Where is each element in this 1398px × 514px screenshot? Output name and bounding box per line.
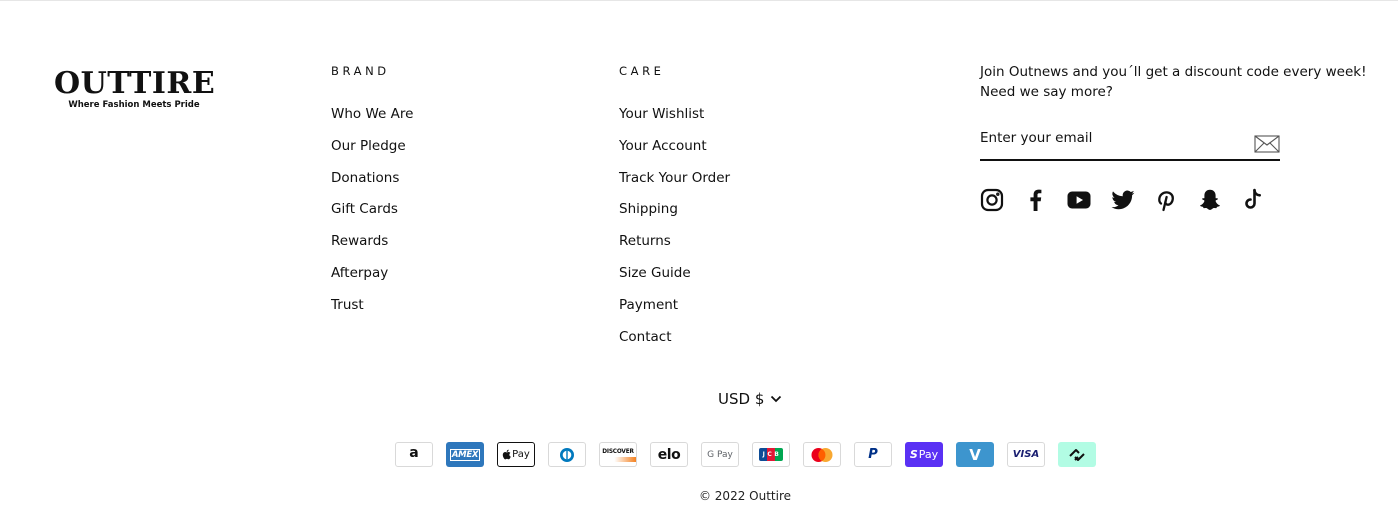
brand-column: BRAND Who We Are Our Pledge Donations Gi… bbox=[331, 63, 413, 328]
copyright-text: © 2022 Outtire bbox=[698, 489, 791, 503]
footer-link-size-guide[interactable]: Size Guide bbox=[619, 264, 730, 296]
tiktok-icon[interactable] bbox=[1241, 188, 1265, 212]
link-label[interactable]: Gift Cards bbox=[331, 201, 398, 217]
email-input[interactable] bbox=[980, 127, 1240, 159]
shop-pay-s: S bbox=[909, 448, 918, 461]
apple-pay-icon: Pay bbox=[497, 442, 535, 467]
link-label[interactable]: Payment bbox=[619, 297, 678, 313]
brand-links: Who We Are Our Pledge Donations Gift Car… bbox=[331, 105, 413, 328]
footer-link-rewards[interactable]: Rewards bbox=[331, 232, 413, 264]
instagram-icon[interactable] bbox=[980, 188, 1004, 212]
footer-link-payment[interactable]: Payment bbox=[619, 296, 730, 328]
amazon-pay-icon: a bbox=[395, 442, 433, 467]
logo-wordmark: OUTTIRE bbox=[54, 66, 216, 101]
amex-icon: AMEX bbox=[446, 442, 484, 467]
visa-icon: VISA bbox=[1007, 442, 1045, 467]
venmo-icon: V bbox=[956, 442, 994, 467]
footer-link-your-wishlist[interactable]: Your Wishlist bbox=[619, 105, 730, 137]
link-label[interactable]: Afterpay bbox=[331, 265, 388, 281]
pinterest-icon[interactable] bbox=[1154, 188, 1178, 212]
shop-pay-icon: S Pay bbox=[905, 442, 943, 467]
link-label[interactable]: Our Pledge bbox=[331, 138, 406, 154]
currency-selector[interactable]: USD $ bbox=[718, 389, 782, 409]
footer-link-who-we-are[interactable]: Who We Are bbox=[331, 105, 413, 137]
link-label[interactable]: Your Account bbox=[619, 138, 707, 154]
link-label[interactable]: Donations bbox=[331, 170, 399, 186]
link-label[interactable]: Returns bbox=[619, 233, 671, 249]
youtube-icon[interactable] bbox=[1067, 188, 1091, 212]
footer-link-donations[interactable]: Donations bbox=[331, 169, 413, 201]
twitter-icon[interactable] bbox=[1111, 188, 1135, 212]
brand-heading: BRAND bbox=[331, 64, 390, 78]
discover-icon: DISCOVER bbox=[599, 442, 637, 467]
elo-icon: elo bbox=[650, 442, 688, 467]
link-label[interactable]: Rewards bbox=[331, 233, 388, 249]
diners-club-icon bbox=[548, 442, 586, 467]
top-divider bbox=[0, 0, 1398, 1]
snapchat-icon[interactable] bbox=[1198, 188, 1222, 212]
care-heading: CARE bbox=[619, 64, 665, 78]
afterpay-icon bbox=[1058, 442, 1096, 467]
logo-tagline: Where Fashion Meets Pride bbox=[68, 100, 200, 110]
outtire-logo[interactable]: OUTTIRE Where Fashion Meets Pride bbox=[54, 66, 216, 111]
newsletter-form bbox=[980, 127, 1280, 161]
footer-link-contact[interactable]: Contact bbox=[619, 328, 730, 360]
payment-methods: a AMEX Pay DISCOVER elo G Pay JCB P S Pa… bbox=[395, 442, 1109, 467]
footer-link-track-your-order[interactable]: Track Your Order bbox=[619, 169, 730, 201]
link-label[interactable]: Trust bbox=[331, 297, 364, 313]
link-label[interactable]: Shipping bbox=[619, 201, 678, 217]
link-label[interactable]: Track Your Order bbox=[619, 170, 730, 186]
footer-link-your-account[interactable]: Your Account bbox=[619, 137, 730, 169]
footer-link-gift-cards[interactable]: Gift Cards bbox=[331, 200, 413, 232]
jcb-icon: JCB bbox=[752, 442, 790, 467]
social-links bbox=[980, 188, 1285, 212]
chevron-down-icon bbox=[771, 395, 782, 403]
footer-link-our-pledge[interactable]: Our Pledge bbox=[331, 137, 413, 169]
care-column: CARE Your Wishlist Your Account Track Yo… bbox=[619, 63, 730, 359]
envelope-icon[interactable] bbox=[1254, 135, 1280, 153]
mastercard-icon bbox=[803, 442, 841, 467]
google-pay-icon: G Pay bbox=[701, 442, 739, 467]
link-label[interactable]: Your Wishlist bbox=[619, 106, 704, 122]
footer-link-shipping[interactable]: Shipping bbox=[619, 200, 730, 232]
facebook-icon[interactable] bbox=[1024, 188, 1048, 212]
link-label[interactable]: Who We Are bbox=[331, 106, 413, 122]
care-links: Your Wishlist Your Account Track Your Or… bbox=[619, 105, 730, 359]
link-label[interactable]: Contact bbox=[619, 329, 672, 345]
paypal-icon: P bbox=[854, 442, 892, 467]
newsletter-section: Join Outnews and you´ll get a discount c… bbox=[980, 62, 1390, 161]
link-label[interactable]: Size Guide bbox=[619, 265, 691, 281]
footer-link-returns[interactable]: Returns bbox=[619, 232, 730, 264]
currency-label: USD $ bbox=[718, 390, 765, 408]
footer-link-trust[interactable]: Trust bbox=[331, 296, 413, 328]
footer-link-afterpay[interactable]: Afterpay bbox=[331, 264, 413, 296]
newsletter-text: Join Outnews and you´ll get a discount c… bbox=[980, 64, 1367, 100]
